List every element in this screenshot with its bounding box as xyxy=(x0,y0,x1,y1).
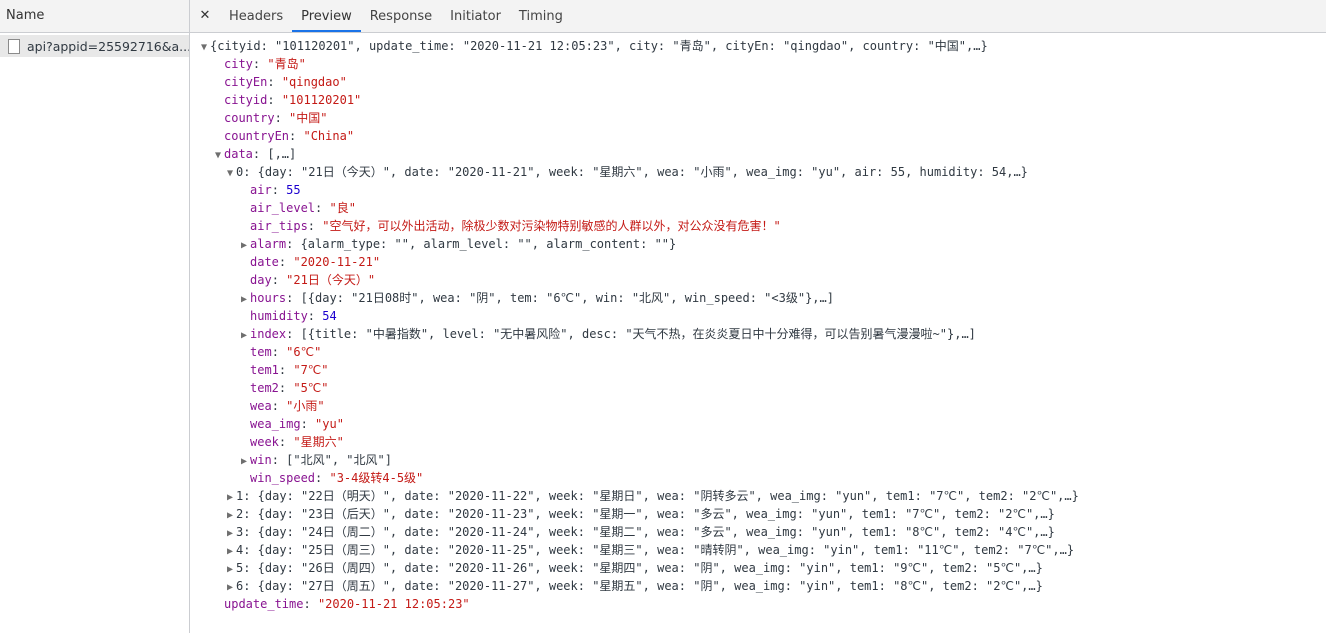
prop-cityid: cityid: "101120201" xyxy=(224,93,362,107)
data-item-0[interactable]: ▼ 0: {day: "21日（今天）", date: "2020-11-21",… xyxy=(190,163,1326,181)
prop-city: city: "青岛" xyxy=(224,57,306,71)
file-icon xyxy=(8,38,20,54)
item0-index[interactable]: ▶ index: [{title: "中暑指数", level: "无中暑风险",… xyxy=(190,325,1326,343)
prop-countryen: countryEn: "China" xyxy=(224,129,355,143)
item0-air: air: 55 xyxy=(250,183,301,197)
item0-week: week: "星期六" xyxy=(250,435,344,449)
item0-day: day: "21日（今天）" xyxy=(250,273,376,287)
tab-preview[interactable]: Preview xyxy=(292,0,361,32)
root-summary: {cityid: "101120201", update_time: "2020… xyxy=(210,39,988,53)
prop-country: country: "中国" xyxy=(224,111,328,125)
tab-timing[interactable]: Timing xyxy=(510,0,572,32)
tab-headers[interactable]: Headers xyxy=(220,0,292,32)
tree-root-row[interactable]: ▼ {cityid: "101120201", update_time: "202… xyxy=(190,37,1326,55)
prop-data[interactable]: ▼ data: [,…] xyxy=(190,145,1326,163)
item0-tem: tem: "6℃" xyxy=(250,345,322,359)
item0-tem2: tem2: "5℃" xyxy=(250,381,329,395)
item0-wea: wea: "小雨" xyxy=(250,399,325,413)
data-item-3[interactable]: ▶ 3: {day: "24日（周二）", date: "2020-11-24",… xyxy=(190,523,1326,541)
item0-win-speed: win_speed: "3-4级转4-5级" xyxy=(250,471,424,485)
tab-initiator[interactable]: Initiator xyxy=(441,0,510,32)
item0-hours[interactable]: ▶ hours: [{day: "21日08时", wea: "阴", tem: … xyxy=(190,289,1326,307)
item0-humidity: humidity: 54 xyxy=(250,309,337,323)
data-item-6[interactable]: ▶ 6: {day: "27日（周五）", date: "2020-11-27",… xyxy=(190,577,1326,595)
close-icon[interactable]: ✕ xyxy=(190,0,220,32)
item0-air-tips: air_tips: "空气好，可以外出活动，除极少数对污染物特别敏感的人群以外，… xyxy=(250,219,781,233)
item0-alarm[interactable]: ▶ alarm: {alarm_type: "", alarm_level: ""… xyxy=(190,235,1326,253)
data-item-5[interactable]: ▶ 5: {day: "26日（周四）", date: "2020-11-26",… xyxy=(190,559,1326,577)
detail-pane: ✕ Headers Preview Response Initiator Tim… xyxy=(190,0,1326,633)
detail-tabs: ✕ Headers Preview Response Initiator Tim… xyxy=(190,0,1326,33)
request-name: api?appid=25592716&a... xyxy=(27,38,189,54)
json-preview-tree: ▼ {cityid: "101120201", update_time: "202… xyxy=(190,37,1326,613)
item0-date: date: "2020-11-21" xyxy=(250,255,381,269)
request-list-pane: Name api?appid=25592716&a... xyxy=(0,0,190,633)
data-item-2[interactable]: ▶ 2: {day: "23日（后天）", date: "2020-11-23",… xyxy=(190,505,1326,523)
data-item-1[interactable]: ▶ 1: {day: "22日（明天）", date: "2020-11-22",… xyxy=(190,487,1326,505)
item0-win[interactable]: ▶ win: ["北风", "北风"] xyxy=(190,451,1326,469)
prop-cityen: cityEn: "qingdao" xyxy=(224,75,347,89)
item0-tem1: tem1: "7℃" xyxy=(250,363,329,377)
tab-response[interactable]: Response xyxy=(361,0,441,32)
name-column-header[interactable]: Name xyxy=(0,0,189,33)
item0-wea-img: wea_img: "yu" xyxy=(250,417,344,431)
prop-update-time: update_time: "2020-11-21 12:05:23" xyxy=(224,597,470,611)
item0-air-level: air_level: "良" xyxy=(250,201,356,215)
request-row[interactable]: api?appid=25592716&a... xyxy=(0,35,189,57)
data-item-4[interactable]: ▶ 4: {day: "25日（周三）", date: "2020-11-25",… xyxy=(190,541,1326,559)
